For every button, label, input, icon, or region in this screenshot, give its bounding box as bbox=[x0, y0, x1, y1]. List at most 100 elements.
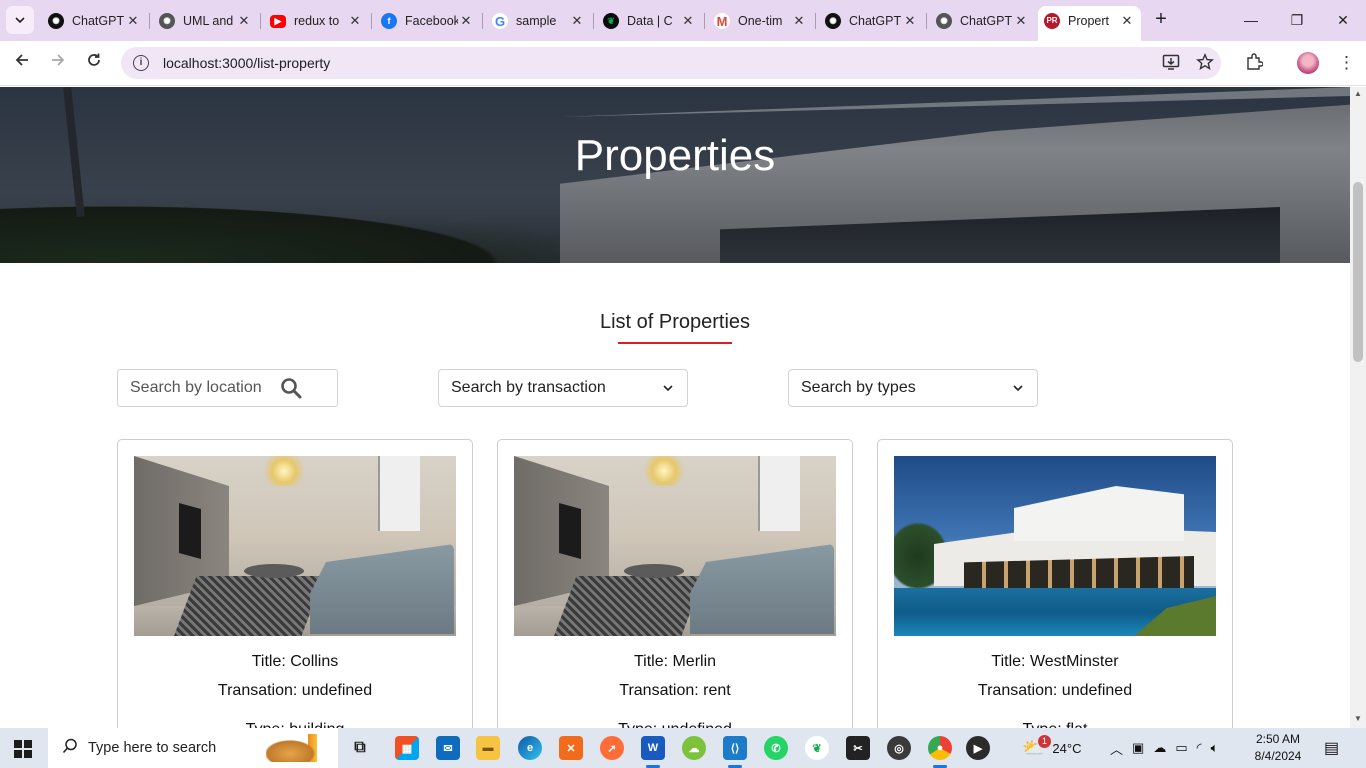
chevron-up-icon[interactable]: ︿ bbox=[1110, 739, 1123, 758]
restore-button[interactable]: ❐ bbox=[1274, 8, 1320, 32]
chevron-down-icon bbox=[663, 385, 673, 392]
windows-taskbar: Type here to search ⧉ ▦ ✉ ▬ e ✕ ➚ W ☁ ⟨⟩… bbox=[0, 728, 1366, 768]
clock-time: 2:50 AM bbox=[1255, 732, 1301, 746]
menu-kebab-icon[interactable]: ⋮ bbox=[1338, 53, 1355, 73]
xampp-icon[interactable]: ✕ bbox=[559, 736, 583, 760]
close-icon[interactable]: ✕ bbox=[347, 13, 363, 29]
arrow-left-icon bbox=[15, 54, 28, 66]
capcut-icon[interactable]: ✂ bbox=[846, 736, 870, 760]
scroll-thumb[interactable] bbox=[1353, 182, 1363, 362]
word-icon[interactable]: W bbox=[641, 736, 665, 760]
tab-facebook[interactable]: f Facebook ✕ bbox=[375, 8, 483, 34]
taskbar-search[interactable]: Type here to search bbox=[48, 728, 338, 768]
vscode-icon[interactable]: ⟨⟩ bbox=[723, 736, 747, 760]
close-icon[interactable]: ✕ bbox=[680, 13, 696, 29]
back-button[interactable] bbox=[10, 51, 34, 75]
taskbar-clock[interactable]: 2:50 AM 8/4/2024 bbox=[1252, 731, 1304, 765]
install-app-icon[interactable] bbox=[1162, 53, 1180, 76]
star-bookmark-icon[interactable] bbox=[1196, 53, 1214, 76]
page-scrollbar[interactable]: ▲ ▼ bbox=[1350, 87, 1366, 728]
villa-pool-photo bbox=[894, 456, 1216, 636]
property-card[interactable]: Title: Collins Transation: undefined Typ… bbox=[117, 439, 473, 728]
edge-browser-icon[interactable]: e bbox=[518, 736, 542, 760]
windows-start-icon[interactable] bbox=[14, 740, 32, 758]
wifi-icon[interactable]: ◜ bbox=[1197, 740, 1202, 756]
file-explorer-icon[interactable]: ▬ bbox=[476, 736, 500, 760]
gmail-icon: M bbox=[714, 13, 730, 29]
tab-label: ChatGPT bbox=[849, 14, 902, 28]
mail-icon[interactable]: ✉ bbox=[436, 736, 460, 760]
tab-google[interactable]: G sample ✕ bbox=[486, 8, 594, 34]
extensions-icon[interactable] bbox=[1245, 53, 1264, 76]
site-info-icon[interactable]: i bbox=[133, 55, 149, 71]
property-title: Title: WestMinster bbox=[991, 653, 1119, 670]
close-icon[interactable]: ✕ bbox=[458, 13, 474, 29]
battery-icon[interactable]: ▭ bbox=[1175, 740, 1187, 756]
hero-trees bbox=[0, 197, 560, 263]
tab-label: ChatGPT bbox=[72, 14, 125, 28]
cloud-app-icon[interactable]: ☁ bbox=[682, 736, 706, 760]
tab-label: One-tim bbox=[738, 14, 783, 28]
types-select-value: Search by types bbox=[801, 379, 916, 396]
close-icon[interactable]: ✕ bbox=[125, 13, 141, 29]
tab-mongodb[interactable]: ❦ Data | C ✕ bbox=[597, 8, 705, 34]
close-icon[interactable]: ✕ bbox=[1013, 13, 1029, 29]
close-icon[interactable]: ✕ bbox=[236, 13, 252, 29]
tab-youtube[interactable]: ▶ redux to ✕ bbox=[264, 8, 372, 34]
scroll-down-arrow[interactable]: ▼ bbox=[1353, 714, 1363, 723]
microsoft-store-icon[interactable]: ▦ bbox=[395, 736, 419, 760]
reload-icon bbox=[88, 53, 100, 66]
reload-button[interactable] bbox=[82, 51, 106, 75]
property-type: Type: undefined bbox=[498, 721, 852, 728]
weather-widget[interactable]: ⛅ 1 24°C bbox=[1022, 728, 1081, 768]
new-tab-button[interactable]: + bbox=[1150, 9, 1172, 31]
notification-count: 1 bbox=[1038, 735, 1051, 748]
chrome-icon[interactable]: ● bbox=[928, 736, 952, 760]
scroll-up-arrow[interactable]: ▲ bbox=[1353, 89, 1363, 98]
tab-uml[interactable]: ✺ UML and ✕ bbox=[153, 8, 261, 34]
search-icon[interactable] bbox=[280, 377, 302, 399]
tab-gmail[interactable]: M One-tim ✕ bbox=[708, 8, 816, 34]
url-text[interactable]: localhost:3000/list-property bbox=[163, 55, 330, 71]
meet-now-icon[interactable]: ▣ bbox=[1132, 740, 1144, 756]
weather-temperature: 24°C bbox=[1052, 740, 1082, 756]
tab-properties-active[interactable]: PR Propert ✕ bbox=[1038, 6, 1141, 41]
property-transaction: Transation: undefined bbox=[977, 682, 1133, 699]
close-icon[interactable]: ✕ bbox=[1119, 13, 1135, 29]
whatsapp-icon[interactable]: ✆ bbox=[764, 736, 788, 760]
property-transaction: Transation: rent bbox=[619, 682, 731, 699]
transaction-select[interactable]: Search by transaction bbox=[438, 369, 688, 407]
tab-chatgpt-1[interactable]: ✺ ChatGPT ✕ bbox=[42, 8, 150, 34]
location-search-input[interactable] bbox=[130, 379, 280, 397]
property-card[interactable]: Title: WestMinster Transation: undefined… bbox=[877, 439, 1233, 728]
minimize-button[interactable]: — bbox=[1228, 8, 1274, 32]
property-card[interactable]: Title: Merlin Transation: rent Type: und… bbox=[497, 439, 853, 728]
task-view-icon[interactable]: ⧉ bbox=[348, 736, 372, 760]
profile-avatar[interactable] bbox=[1297, 52, 1319, 74]
close-icon[interactable]: ✕ bbox=[791, 13, 807, 29]
address-bar[interactable]: i localhost:3000/list-property bbox=[121, 47, 1221, 79]
close-window-button[interactable]: ✕ bbox=[1320, 8, 1366, 32]
media-player-icon[interactable]: ▶ bbox=[966, 736, 990, 760]
property-type: Type: flat bbox=[878, 721, 1232, 728]
obs-icon[interactable]: ◎ bbox=[887, 736, 911, 760]
page-title: Properties bbox=[574, 131, 776, 180]
tab-chatgpt-2[interactable]: ✺ ChatGPT ✕ bbox=[819, 8, 927, 34]
postman-icon[interactable]: ➚ bbox=[600, 736, 624, 760]
living-room-photo bbox=[514, 456, 836, 636]
tab-label: sample bbox=[516, 14, 557, 28]
types-select[interactable]: Search by types bbox=[788, 369, 1038, 407]
property-title: Title: Collins bbox=[251, 653, 339, 670]
close-icon[interactable]: ✕ bbox=[569, 13, 585, 29]
onedrive-cloud-icon[interactable]: ☁ bbox=[1153, 740, 1166, 756]
forward-button[interactable] bbox=[46, 51, 70, 75]
chatgpt-icon: ✺ bbox=[48, 13, 64, 29]
mongodb-compass-icon[interactable]: ❦ bbox=[805, 736, 829, 760]
close-icon[interactable]: ✕ bbox=[902, 13, 918, 29]
notification-center-icon[interactable]: ▤ bbox=[1324, 728, 1339, 768]
living-room-photo bbox=[134, 456, 456, 636]
speaker-icon[interactable]: 🔈︎ bbox=[1211, 740, 1219, 756]
hero-roofline bbox=[560, 87, 1350, 117]
tab-chatgpt-3[interactable]: ✺ ChatGPT ✕ bbox=[930, 8, 1035, 34]
tab-search-button[interactable] bbox=[6, 6, 34, 34]
